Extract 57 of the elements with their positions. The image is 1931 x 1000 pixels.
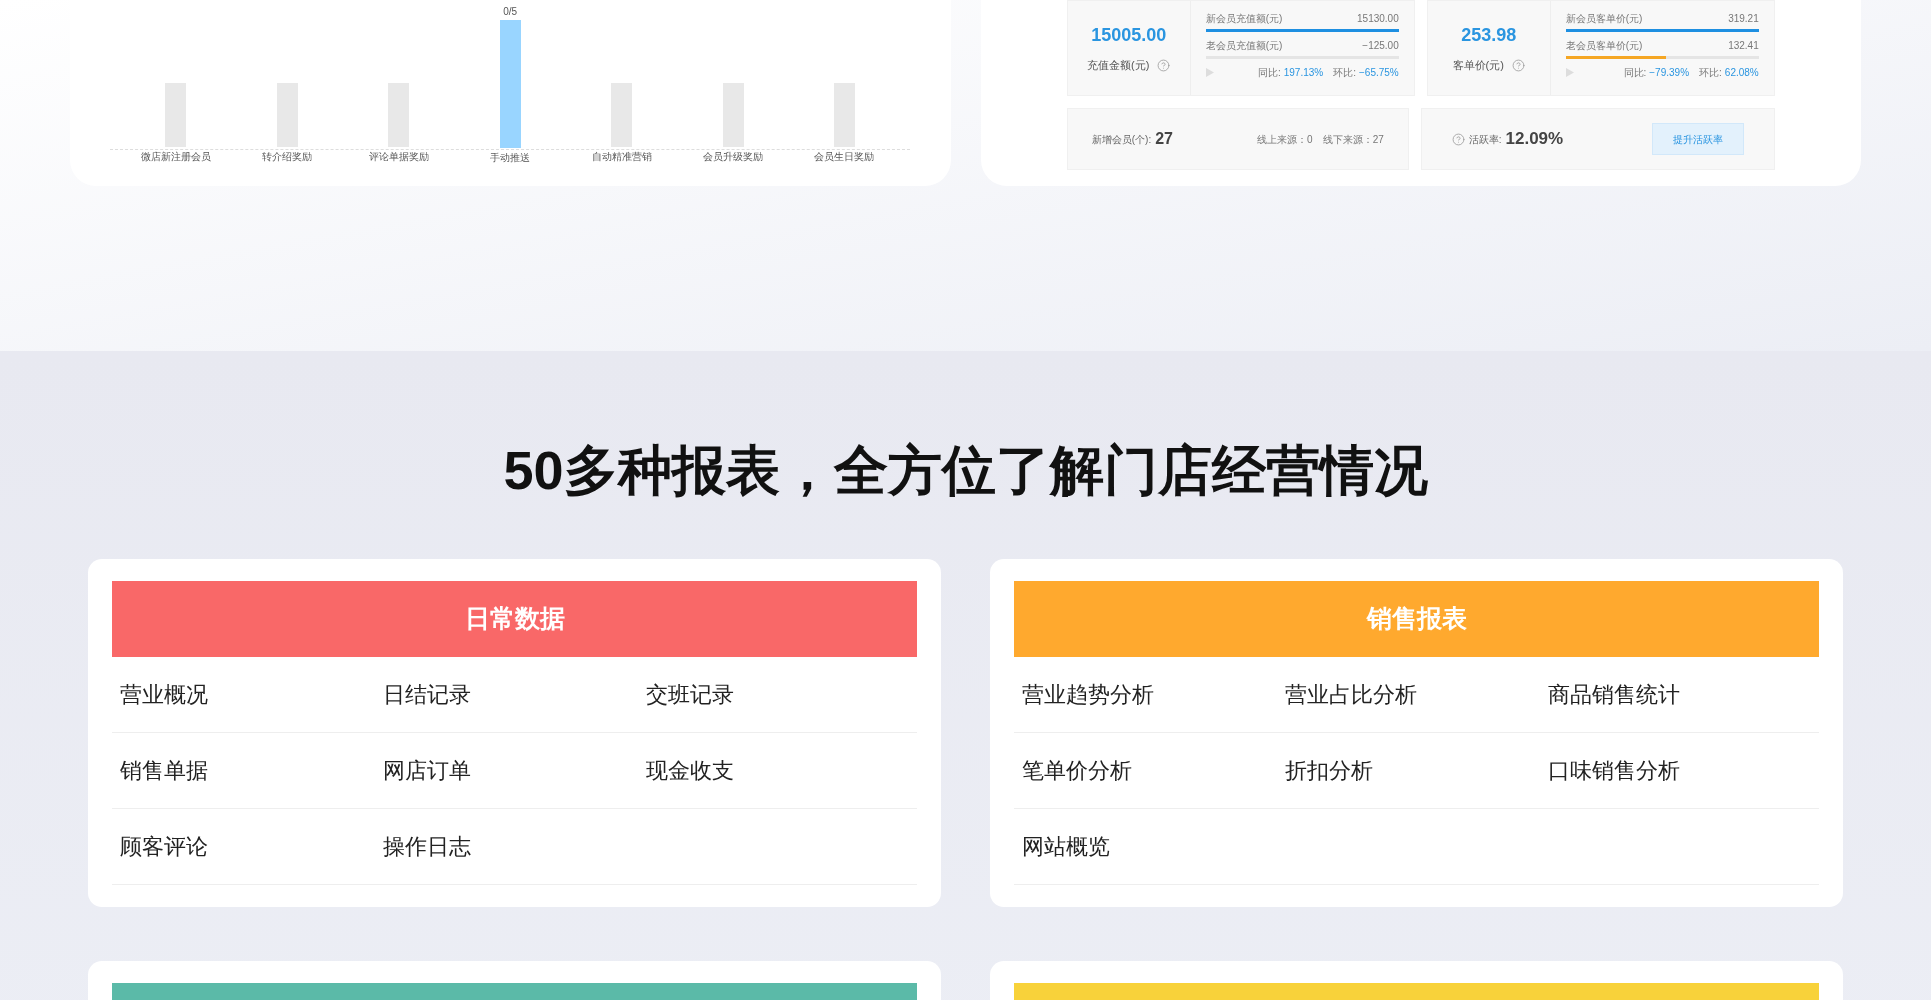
metric-value: 15005.00 bbox=[1091, 24, 1167, 48]
report-link[interactable]: 口味销售分析 bbox=[1548, 754, 1811, 787]
new-members-value: 27 bbox=[1155, 129, 1173, 149]
report-link[interactable]: 销售单据 bbox=[120, 754, 383, 787]
report-link[interactable]: 网站概览 bbox=[1022, 830, 1285, 863]
row-value: 15130.00 bbox=[1357, 12, 1399, 26]
bar-label: 会员升级奖励 bbox=[703, 150, 764, 164]
online-source: 线上来源：0 bbox=[1257, 132, 1313, 147]
bar-label: 微店新注册会员 bbox=[140, 150, 211, 164]
report-link[interactable]: 操作日志 bbox=[383, 830, 646, 863]
row-value: −125.00 bbox=[1362, 39, 1399, 53]
report-link[interactable]: 营业占比分析 bbox=[1285, 678, 1548, 711]
row-value: 132.41 bbox=[1728, 39, 1759, 53]
report-link[interactable]: 营业概况 bbox=[120, 678, 383, 711]
row-label: 老会员充值额(元) bbox=[1205, 39, 1283, 53]
report-link[interactable]: 日结记录 bbox=[383, 678, 646, 711]
report-link[interactable]: 交班记录 bbox=[646, 678, 909, 711]
report-title: 销售报表 bbox=[1366, 603, 1467, 635]
report-link[interactable]: 商品销售统计 bbox=[1548, 678, 1811, 711]
mom-label: 环比: bbox=[1699, 66, 1722, 80]
section-heading: 50多种报表，全方位了解门店经营情况 bbox=[503, 443, 1428, 497]
report-link[interactable]: 折扣分析 bbox=[1285, 754, 1548, 787]
bar-label: 手动推送 bbox=[490, 151, 531, 165]
row-value: 319.21 bbox=[1728, 12, 1759, 26]
mom-value: 62.08% bbox=[1724, 66, 1759, 80]
offline-source: 线下来源：27 bbox=[1322, 132, 1384, 147]
mom-label: 环比: bbox=[1333, 66, 1356, 80]
mom-value: −65.75% bbox=[1359, 66, 1399, 80]
bar-label: 评论单据奖励 bbox=[368, 150, 429, 164]
yoy-value: 197.13% bbox=[1283, 66, 1324, 80]
report-link[interactable]: 笔单价分析 bbox=[1022, 754, 1285, 787]
metric-label: 充值金额(元) bbox=[1087, 58, 1150, 74]
play-icon bbox=[1565, 68, 1574, 77]
bar-label: 自动精准营销 bbox=[591, 150, 652, 164]
activity-value: 12.09% bbox=[1505, 128, 1564, 151]
new-members-label: 新增会员(个): bbox=[1091, 132, 1152, 147]
bar-label: 会员生日奖励 bbox=[814, 150, 875, 164]
help-icon bbox=[1511, 59, 1525, 72]
yoy-value: −79.39% bbox=[1649, 66, 1690, 80]
report-title: 日常数据 bbox=[464, 603, 565, 635]
play-icon bbox=[1205, 68, 1214, 77]
bar-label: 转介绍奖励 bbox=[262, 150, 313, 164]
row-label: 老会员客单价(元) bbox=[1565, 39, 1643, 53]
yoy-label: 同比: bbox=[1257, 66, 1281, 80]
report-link[interactable]: 顾客评论 bbox=[120, 830, 383, 863]
row-label: 新会员客单价(元) bbox=[1565, 12, 1643, 26]
metric-label: 客单价(元) bbox=[1452, 58, 1504, 74]
help-icon bbox=[1157, 59, 1171, 72]
activity-label: 活跃率: bbox=[1468, 132, 1502, 147]
metric-value: 253.98 bbox=[1461, 24, 1517, 48]
row-label: 新会员充值额(元) bbox=[1205, 12, 1283, 26]
yoy-label: 同比: bbox=[1623, 66, 1647, 80]
help-icon bbox=[1451, 132, 1465, 146]
report-link[interactable]: 网店订单 bbox=[383, 754, 646, 787]
report-link[interactable]: 营业趋势分析 bbox=[1022, 678, 1285, 711]
bar-value: 0/5 bbox=[503, 5, 518, 19]
report-link[interactable]: 现金收支 bbox=[646, 754, 909, 787]
